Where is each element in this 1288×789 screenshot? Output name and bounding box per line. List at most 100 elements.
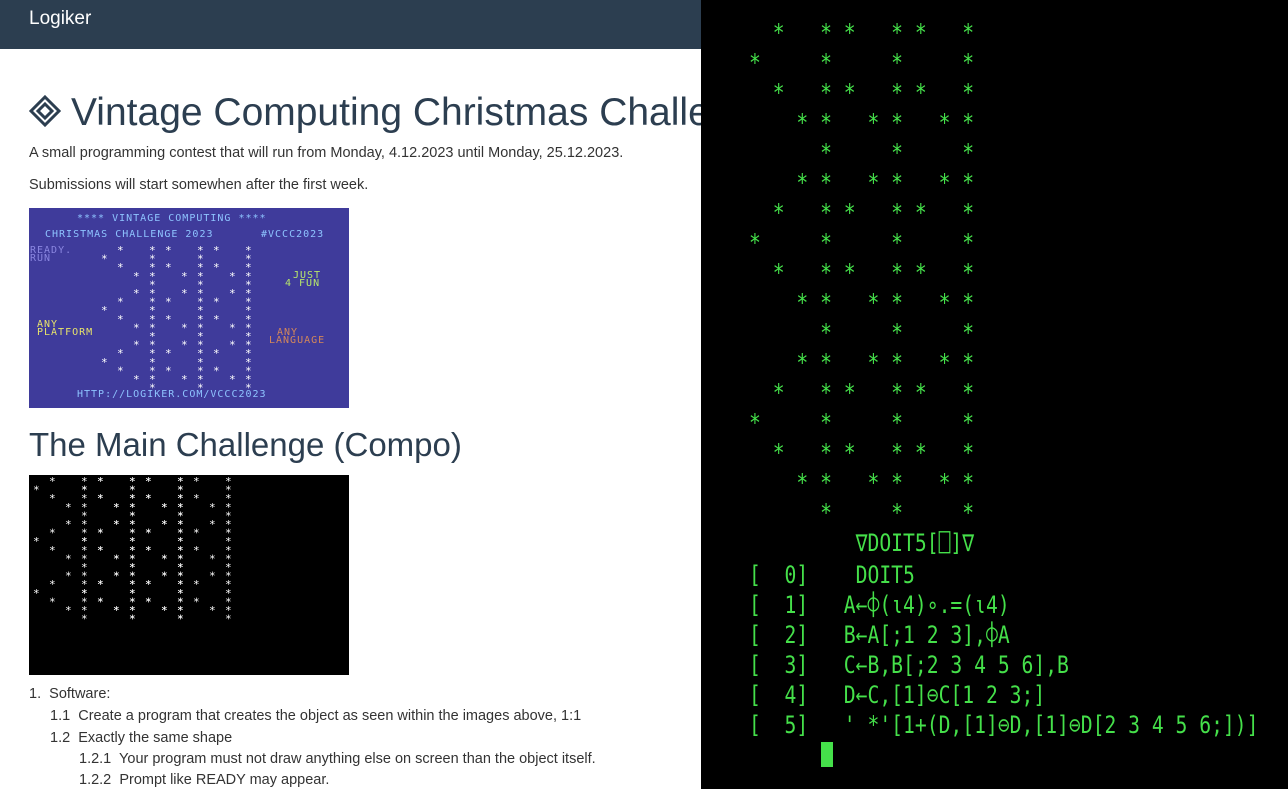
star-glyph: * [145, 527, 152, 540]
star-glyph: * [97, 475, 104, 488]
terminal-line: * * * * * * [749, 199, 975, 227]
star-glyph: * [117, 296, 124, 309]
terminal-line: * * * [749, 499, 975, 527]
star-glyph: * [49, 578, 56, 591]
star-glyph: * [101, 253, 108, 266]
star-glyph: * [97, 544, 104, 557]
terminal-line: * * * * * * [749, 289, 975, 317]
intro-text: A small programming contest that will ru… [29, 145, 624, 161]
star-glyph: * [165, 261, 172, 274]
list-item-1-2: 1.2 Exactly the same shape [50, 730, 232, 746]
page-title-text: Vintage Computing Christmas Challe [71, 91, 701, 134]
star-glyph: * [229, 373, 236, 386]
terminal-line: * * * * [749, 409, 975, 437]
star-glyph: * [181, 287, 188, 300]
star-glyph: * [49, 492, 56, 505]
star-glyph: * [133, 321, 140, 334]
star-glyph: * [65, 570, 72, 583]
star-glyph: * [177, 613, 184, 626]
list-item-1: 1. Software: [29, 686, 110, 702]
terminal-cursor [821, 742, 833, 767]
star-glyph: * [165, 364, 172, 377]
star-glyph: * [213, 347, 220, 360]
browser-window: Logiker Vintage Computing Christmas Chal… [0, 0, 701, 789]
star-glyph: * [225, 613, 232, 626]
star-glyph: * [165, 313, 172, 326]
star-glyph: * [161, 518, 168, 531]
star-glyph: * [181, 339, 188, 352]
star-glyph: * [193, 544, 200, 557]
star-glyph: * [33, 535, 40, 548]
terminal-line: ∇DOIT5[⎕]∇ [749, 529, 975, 557]
list-text: Exactly the same shape [78, 730, 233, 746]
terminal-line: [ 5] ' *'[1+(D,[1]⊖D,[1]⊖D[2 3 4 5 6;])] [749, 711, 1259, 739]
star-glyph: * [181, 373, 188, 386]
terminal-line: [ 3] C←B,B[;2 3 4 5 6],B [749, 651, 1069, 679]
star-glyph: * [145, 578, 152, 591]
star-glyph: * [133, 373, 140, 386]
star-glyph: * [133, 287, 140, 300]
star-glyph: * [213, 364, 220, 377]
list-text: Create a program that creates the object… [78, 708, 582, 724]
star-glyph: * [193, 595, 200, 608]
star-glyph: * [193, 492, 200, 505]
star-glyph: * [209, 518, 216, 531]
star-glyph: * [209, 552, 216, 565]
list-num: 1. [29, 686, 42, 702]
star-glyph: * [117, 261, 124, 274]
star-glyph: * [49, 595, 56, 608]
terminal-line: [ 1] A←⌽(ι4)∘.=(ι4) [749, 591, 1010, 619]
list-num: 1.2.2 [79, 772, 112, 788]
star-glyph: * [113, 604, 120, 617]
star-glyph: * [145, 595, 152, 608]
star-glyph: * [33, 587, 40, 600]
banner-image: **** VINTAGE COMPUTING **** CHRISTMAS CH… [29, 208, 349, 408]
navbar: Logiker [0, 0, 701, 49]
terminal-line: * * * * * * [749, 469, 975, 497]
list-text: Your program must not draw anything else… [119, 751, 596, 767]
star-glyph: * [117, 347, 124, 360]
star-glyph: * [165, 244, 172, 257]
terminal-line: * * * * * * [749, 379, 975, 407]
star-glyph: * [193, 527, 200, 540]
list-num: 1.2 [50, 730, 71, 746]
terminal-line: * * * * * * [749, 79, 975, 107]
star-glyph: * [49, 544, 56, 557]
star-glyph: * [65, 552, 72, 565]
list-item-1-2-2: 1.2.2 Prompt like READY may appear. [79, 772, 329, 788]
terminal-window[interactable]: * * * * * * * * * * * * * * * * * * * * *… [701, 0, 1288, 789]
star-glyph: * [229, 270, 236, 283]
star-glyph: * [245, 382, 252, 395]
star-glyph: * [181, 270, 188, 283]
star-glyph: * [161, 501, 168, 514]
star-glyph: * [81, 535, 88, 548]
star-glyph: * [145, 475, 152, 488]
section-title: The Main Challenge (Compo) [29, 426, 462, 463]
terminal-line: * * * * * * [749, 169, 975, 197]
star-glyph: * [209, 501, 216, 514]
star-glyph: * [113, 570, 120, 583]
star-glyph: * [145, 492, 152, 505]
star-glyph: * [161, 570, 168, 583]
star-glyph: * [117, 244, 124, 257]
brand-link[interactable]: Logiker [29, 8, 91, 30]
star-glyph: * [101, 304, 108, 317]
terminal-line: * * * * * * [749, 259, 975, 287]
star-glyph: * [229, 339, 236, 352]
banner-star-pattern: * * * * * ** * * ** * * * * ** * * * * ** * ** * * * * ** * * * * ** * *… [101, 244, 252, 395]
terminal-line: [ 4] D←C,[1]⊖C[1 2 3;] [749, 681, 1046, 709]
terminal-line: * * * * * * [749, 439, 975, 467]
star-glyph: * [209, 570, 216, 583]
star-glyph: * [113, 501, 120, 514]
star-glyph: * [33, 484, 40, 497]
star-glyph: * [149, 382, 156, 395]
star-glyph: * [193, 578, 200, 591]
star-glyph: * [117, 364, 124, 377]
star-glyph: * [97, 578, 104, 591]
terminal-line: [ 0] DOIT5 [749, 561, 915, 589]
challenge-star-pattern: * * * * * * * * * * * * * * * * * * * * * * * * * * * * * * * * * * * * * * * *… [33, 475, 232, 626]
star-glyph: * [65, 604, 72, 617]
star-glyph: * [197, 382, 204, 395]
list-text: Software: [49, 686, 111, 702]
terminal-line: * * * * [749, 49, 975, 77]
